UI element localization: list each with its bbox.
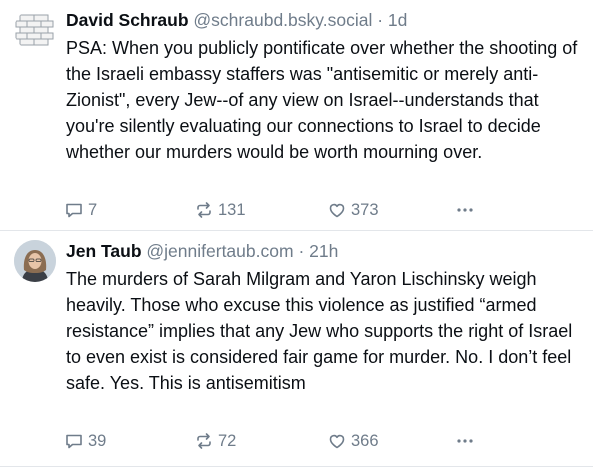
post[interactable]: David Schraub @schraubd.bsky.social · 1d… bbox=[0, 0, 593, 231]
feed: David Schraub @schraubd.bsky.social · 1d… bbox=[0, 0, 593, 467]
author-name[interactable]: David Schraub bbox=[66, 10, 189, 30]
author-name[interactable]: Jen Taub bbox=[66, 241, 142, 261]
heart-icon bbox=[329, 203, 345, 218]
repost-icon bbox=[197, 433, 211, 449]
repost-button[interactable]: 72 bbox=[194, 430, 236, 452]
more-icon bbox=[457, 208, 473, 212]
post[interactable]: Jen Taub @jennifertaub.com · 21h The mur… bbox=[0, 231, 593, 467]
like-count: 366 bbox=[351, 431, 379, 450]
repost-icon bbox=[197, 202, 211, 218]
repost-count: 72 bbox=[218, 431, 237, 450]
more-options-button[interactable] bbox=[454, 199, 476, 221]
avatar[interactable] bbox=[14, 9, 56, 51]
post-header: David Schraub @schraubd.bsky.social · 1d bbox=[66, 10, 583, 30]
reply-icon bbox=[66, 203, 82, 218]
post-actions: 39 72 366 bbox=[64, 430, 583, 452]
reply-count: 39 bbox=[88, 431, 107, 450]
separator-dot: · bbox=[377, 10, 384, 30]
author-handle[interactable]: @schraubd.bsky.social bbox=[193, 10, 372, 30]
repost-count: 131 bbox=[218, 200, 246, 219]
post-text: PSA: When you publicly pontificate over … bbox=[66, 38, 578, 162]
post-header: Jen Taub @jennifertaub.com · 21h bbox=[66, 241, 583, 261]
brick-wall-avatar-icon bbox=[14, 9, 56, 51]
post-time[interactable]: 21h bbox=[309, 241, 338, 261]
like-button[interactable]: 373 bbox=[327, 199, 379, 221]
like-count: 373 bbox=[351, 200, 379, 219]
heart-icon bbox=[329, 434, 345, 449]
author-handle[interactable]: @jennifertaub.com bbox=[146, 241, 293, 261]
post-time[interactable]: 1d bbox=[388, 10, 407, 30]
repost-button[interactable]: 131 bbox=[194, 199, 246, 221]
reply-button[interactable]: 7 bbox=[64, 199, 97, 221]
reply-button[interactable]: 39 bbox=[64, 430, 106, 452]
more-options-button[interactable] bbox=[454, 430, 476, 452]
profile-photo-avatar-icon bbox=[14, 240, 56, 282]
post-actions: 7 131 373 bbox=[64, 199, 583, 221]
more-icon bbox=[457, 439, 473, 443]
like-button[interactable]: 366 bbox=[327, 430, 379, 452]
reply-icon bbox=[66, 434, 82, 449]
separator-dot: · bbox=[298, 241, 305, 261]
avatar[interactable] bbox=[14, 240, 56, 282]
post-text: The murders of Sarah Milgram and Yaron L… bbox=[66, 269, 573, 393]
reply-count: 7 bbox=[88, 200, 98, 219]
